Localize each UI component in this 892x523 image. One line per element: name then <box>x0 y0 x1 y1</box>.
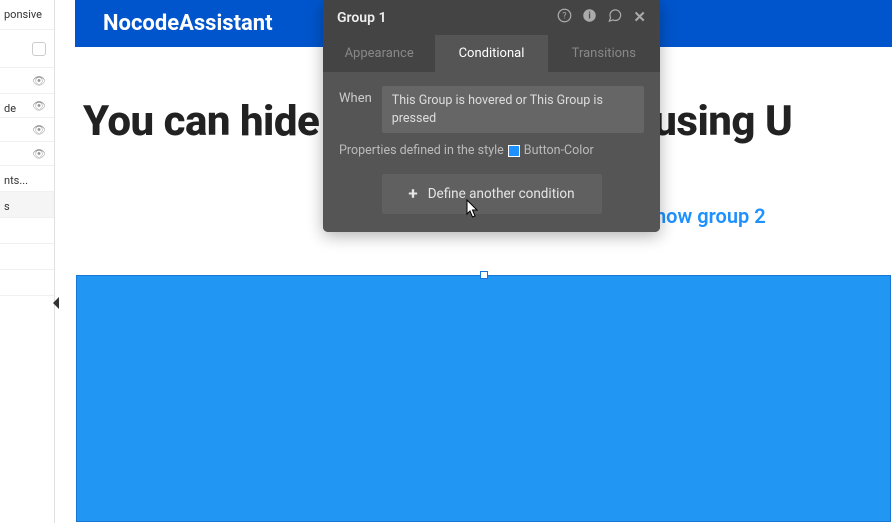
sidebar-item[interactable] <box>0 218 54 244</box>
eye-icon[interactable]: 👁 <box>32 99 46 112</box>
left-sidebar: ponsive 👁 de 👁 👁 👁 nts... s <box>0 0 55 523</box>
condition-expression[interactable]: This Group is hovered or This Group is p… <box>382 86 644 133</box>
sidebar-item[interactable]: 👁 <box>0 118 54 142</box>
show-group-link[interactable]: now group 2 <box>655 204 766 228</box>
svg-text:i: i <box>589 12 591 22</box>
sidebar-item[interactable] <box>0 244 54 270</box>
sidebar-item[interactable]: 👁 <box>0 142 54 166</box>
sidebar-item[interactable]: 👁 <box>0 68 54 94</box>
eye-icon[interactable]: 👁 <box>32 74 46 87</box>
sidebar-item[interactable]: ponsive <box>0 0 54 30</box>
sidebar-label: ponsive <box>4 8 42 21</box>
collapse-chevron-icon[interactable] <box>53 297 59 309</box>
properties-row[interactable]: Properties defined in the style Button-C… <box>339 143 644 158</box>
sidebar-label: nts... <box>4 174 28 187</box>
close-icon[interactable]: ✕ <box>633 8 646 27</box>
svg-text:?: ? <box>563 12 567 22</box>
sidebar-item[interactable]: s <box>0 192 54 218</box>
add-condition-button[interactable]: + Define another condition <box>382 174 602 214</box>
popup-body: When This Group is hovered or This Group… <box>323 72 660 232</box>
popup-title: Group 1 <box>337 10 557 26</box>
sidebar-label: s <box>4 200 10 213</box>
condition-row: When This Group is hovered or This Group… <box>339 86 644 133</box>
sidebar-item[interactable]: de 👁 <box>0 94 54 118</box>
comment-icon[interactable] <box>607 8 623 27</box>
checkbox-icon[interactable] <box>32 42 46 56</box>
help-icon[interactable]: ? <box>557 8 572 27</box>
popup-header[interactable]: Group 1 ? i ✕ <box>323 0 660 35</box>
popup-actions: ? i ✕ <box>557 8 646 27</box>
add-condition-label: Define another condition <box>428 186 575 202</box>
sidebar-item[interactable]: nts... <box>0 166 54 192</box>
info-icon[interactable]: i <box>582 8 597 27</box>
plus-icon: + <box>408 184 417 204</box>
sidebar-label: de <box>4 102 16 115</box>
sidebar-item[interactable] <box>0 30 54 68</box>
tab-appearance[interactable]: Appearance <box>323 35 435 72</box>
color-swatch-icon[interactable] <box>508 145 520 157</box>
when-label: When <box>339 86 372 106</box>
resize-handle-top[interactable] <box>480 271 488 279</box>
style-name: Button-Color <box>524 143 594 158</box>
eye-icon[interactable]: 👁 <box>32 123 46 136</box>
group-element[interactable] <box>76 275 891 522</box>
brand-title: NocodeAssistant <box>103 11 273 36</box>
eye-icon[interactable]: 👁 <box>32 147 46 160</box>
tab-transitions[interactable]: Transitions <box>548 35 660 72</box>
sidebar-item[interactable] <box>0 270 54 296</box>
tab-conditional[interactable]: Conditional <box>435 35 547 72</box>
property-editor-popup: Group 1 ? i ✕ Appearance Conditional Tra… <box>323 0 660 232</box>
properties-prefix: Properties defined in the style <box>339 143 504 158</box>
popup-tabs: Appearance Conditional Transitions <box>323 35 660 72</box>
